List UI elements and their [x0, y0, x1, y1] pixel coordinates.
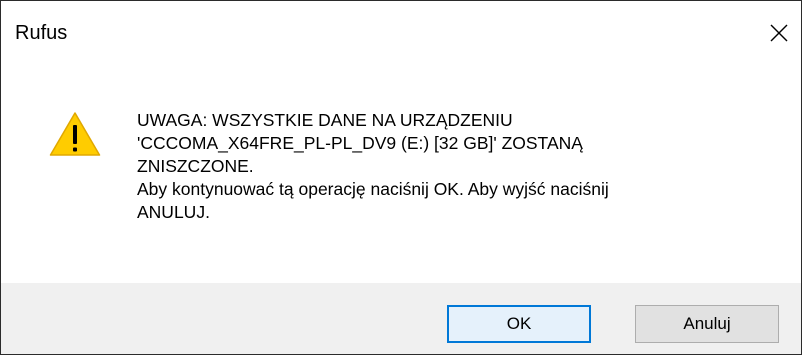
message-line: ANULUJ. — [137, 202, 210, 222]
button-bar: OK Anuluj — [1, 283, 801, 354]
warning-icon — [49, 112, 101, 156]
message-line: 'CCCOMA_X64FRE_PL-PL_DV9 (E:) [32 GB]' Z… — [137, 133, 583, 153]
cancel-button[interactable]: Anuluj — [635, 305, 779, 343]
close-button[interactable] — [761, 15, 797, 51]
rufus-dialog: Rufus UWAGA: WSZYSTKIE DANE NA URZĄDZENI… — [0, 0, 802, 355]
message-line: ZNISZCZONE. — [137, 156, 254, 176]
title-bar: Rufus — [1, 1, 801, 71]
ok-button[interactable]: OK — [447, 305, 591, 343]
message-line: UWAGA: WSZYSTKIE DANE NA URZĄDZENIU — [137, 110, 513, 130]
close-icon — [770, 24, 788, 42]
message-line: Aby kontynuować tą operację naciśnij OK.… — [137, 179, 609, 199]
window-title: Rufus — [15, 22, 68, 44]
dialog-content: UWAGA: WSZYSTKIE DANE NA URZĄDZENIU 'CCC… — [1, 71, 801, 283]
warning-message: UWAGA: WSZYSTKIE DANE NA URZĄDZENIU 'CCC… — [137, 109, 777, 224]
